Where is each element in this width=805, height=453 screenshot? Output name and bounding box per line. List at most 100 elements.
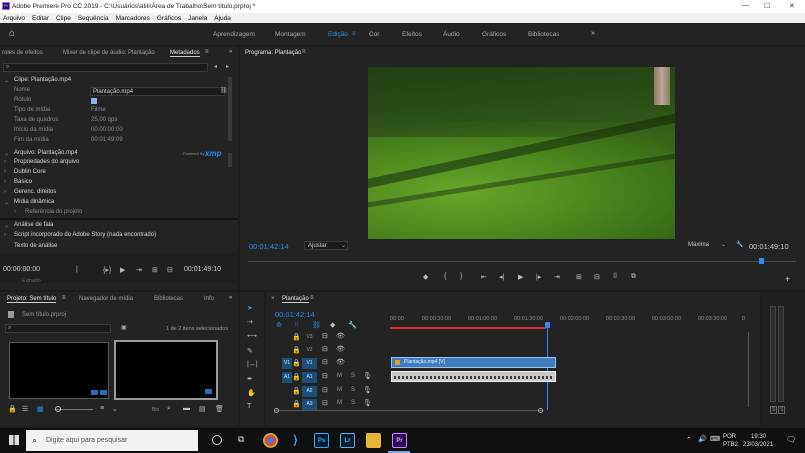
track-select-icon[interactable]: ⇢ <box>247 318 253 326</box>
solo-button[interactable]: S <box>351 373 355 379</box>
vscode-icon[interactable]: ⟩ <box>288 433 303 448</box>
chevron-down-icon[interactable]: ⌄ <box>112 405 118 413</box>
add-marker-icon[interactable]: ◆ <box>423 273 428 281</box>
expand-panels-icon[interactable]: » <box>229 295 232 301</box>
lock-icon[interactable]: 🔒 <box>292 346 301 354</box>
scrollbar[interactable] <box>228 153 232 167</box>
language-layout[interactable]: PTB2 <box>723 442 738 448</box>
menu-arquivo[interactable]: Arquivo <box>3 15 25 22</box>
go-to-out-icon[interactable]: ⇥ <box>554 273 560 281</box>
taskbar-search-input[interactable]: ⌕ Digite aqui para pesquisar <box>26 430 198 451</box>
fit-dropdown[interactable]: Ajustar ⌄ <box>304 241 348 250</box>
ripple-edit-icon[interactable]: ⟷ <box>247 332 257 340</box>
lock-icon[interactable]: 🔒 <box>292 400 301 408</box>
work-area-bar[interactable] <box>390 327 546 329</box>
nest-icon[interactable]: ⟰ <box>276 321 282 329</box>
close-icon[interactable]: ✕ <box>789 2 795 10</box>
panel-menu-icon[interactable]: ≡ <box>205 49 209 55</box>
wrench-icon[interactable]: 🔧 <box>736 241 743 248</box>
workspace-bibliotecas[interactable]: Bibliotecas <box>528 31 559 38</box>
add-marker-icon[interactable]: ◆ <box>330 321 335 329</box>
timeline-timecode[interactable]: 00:01:42:14 <box>275 310 315 319</box>
minimize-icon[interactable]: — <box>742 2 749 9</box>
lock-icon[interactable]: 🔒 <box>292 359 301 367</box>
workspace-montagem[interactable]: Montagem <box>275 31 306 38</box>
step-forward-icon[interactable]: |▸ <box>536 273 541 281</box>
program-scrubber[interactable] <box>248 258 796 264</box>
solo-button[interactable]: S <box>351 400 355 406</box>
tab-info[interactable]: Info <box>204 296 214 302</box>
solo-right-button[interactable]: S <box>778 406 786 414</box>
horizontal-scrollbar[interactable] <box>274 408 544 413</box>
trash-icon[interactable]: 🗑 <box>215 405 224 413</box>
quality-dropdown[interactable]: Máxima ⌄ <box>685 241 729 250</box>
mic-icon[interactable]: 🎙 <box>363 372 372 380</box>
menu-graficos[interactable]: Gráficos <box>157 15 181 22</box>
project-search-input[interactable]: ⌕ <box>5 324 111 333</box>
lock-icon[interactable]: 🔒 <box>292 387 301 395</box>
clock-time[interactable]: 19:30 <box>751 434 766 440</box>
zoom-slider[interactable] <box>55 406 93 412</box>
home-icon[interactable]: ⌂ <box>9 28 15 39</box>
tab-effect-controls[interactable]: roles de efeitos <box>2 50 43 56</box>
label-color-swatch[interactable] <box>91 98 97 104</box>
clock-date[interactable]: 23/03/2021 <box>743 442 773 448</box>
tab-libraries[interactable]: Bibliotecas <box>154 296 183 302</box>
extract-icon[interactable]: ⊟ <box>594 273 600 281</box>
workspace-efeitos[interactable]: Efeitos <box>402 31 422 38</box>
maximize-icon[interactable]: ☐ <box>764 2 770 10</box>
sync-lock-icon[interactable]: ⊟ <box>322 386 328 394</box>
list-view-icon[interactable]: ☰ <box>22 405 28 413</box>
workspace-audio[interactable]: Áudio <box>443 31 460 38</box>
menu-ajuda[interactable]: Ajuda <box>214 15 231 22</box>
new-item-icon[interactable]: ▤ <box>199 405 206 413</box>
lock-icon[interactable]: 🔒 <box>8 405 17 413</box>
chrome-icon[interactable] <box>263 433 278 448</box>
workspace-menu-icon[interactable]: ≡ <box>352 31 356 37</box>
sync-lock-icon[interactable]: ⊟ <box>322 332 328 340</box>
hand-tool-icon[interactable]: ✋ <box>247 389 256 397</box>
premiere-icon[interactable]: Pr <box>392 433 407 448</box>
mic-icon[interactable]: 🎙 <box>363 386 372 394</box>
tab-sequence[interactable]: Plantação <box>282 296 309 303</box>
program-timecode[interactable]: 00:01:42:14 <box>249 242 289 251</box>
more-workspaces-icon[interactable]: » <box>591 30 595 37</box>
sync-lock-icon[interactable]: ⊟ <box>322 399 328 407</box>
expand-panels-icon[interactable]: » <box>229 49 232 55</box>
collapse-icon[interactable]: ⌄ <box>4 150 9 157</box>
menu-editar[interactable]: Editar <box>32 15 49 22</box>
insert-icon[interactable]: ⊞ <box>152 266 158 274</box>
lightroom-icon[interactable]: Lr <box>340 433 355 448</box>
scrollbar[interactable] <box>228 77 232 141</box>
slip-tool-icon[interactable]: |↔| <box>247 361 258 368</box>
compare-icon[interactable]: ⧉ <box>631 273 636 281</box>
nav-left-icon[interactable]: ◂ <box>214 63 217 70</box>
section-row[interactable]: ⌄ Mídia dinâmica <box>0 199 235 209</box>
snap-icon[interactable]: ∩ <box>294 321 299 328</box>
mic-icon[interactable]: 🎙 <box>363 399 372 407</box>
audio-clip[interactable] <box>391 371 556 382</box>
section-row[interactable]: › Básico <box>0 179 235 189</box>
lock-icon[interactable]: 🔒 <box>292 373 301 381</box>
mark-in-icon[interactable]: | <box>76 266 78 273</box>
icon-view-icon[interactable]: ▦ <box>37 405 44 413</box>
media-thumbnail[interactable] <box>9 342 109 399</box>
add-button-icon[interactable]: + <box>785 274 790 284</box>
workspace-edicao[interactable]: Edição <box>328 31 348 38</box>
sequence-thumbnail[interactable] <box>114 340 218 400</box>
mute-button[interactable]: M <box>337 373 342 379</box>
close-tab-icon[interactable]: × <box>271 296 275 302</box>
new-bin-icon[interactable]: ▬ <box>183 405 190 412</box>
step-back-icon[interactable]: ◂| <box>499 273 504 281</box>
mute-button[interactable]: M <box>337 387 342 393</box>
volume-icon[interactable]: 🔊 <box>698 435 707 443</box>
section-row[interactable]: › Propriedades do arquivo <box>0 159 235 169</box>
go-to-in-icon[interactable]: {▸} <box>103 266 111 274</box>
pen-tool-icon[interactable]: ✒ <box>247 375 253 383</box>
notifications-icon[interactable]: 🗨 <box>786 435 796 444</box>
razor-tool-icon[interactable]: ✎ <box>247 347 253 355</box>
source-patch-a1[interactable]: A1 <box>282 372 292 383</box>
solo-button[interactable]: S <box>351 387 355 393</box>
photoshop-icon[interactable]: Ps <box>314 433 329 448</box>
language-indicator[interactable]: POR <box>723 434 736 440</box>
